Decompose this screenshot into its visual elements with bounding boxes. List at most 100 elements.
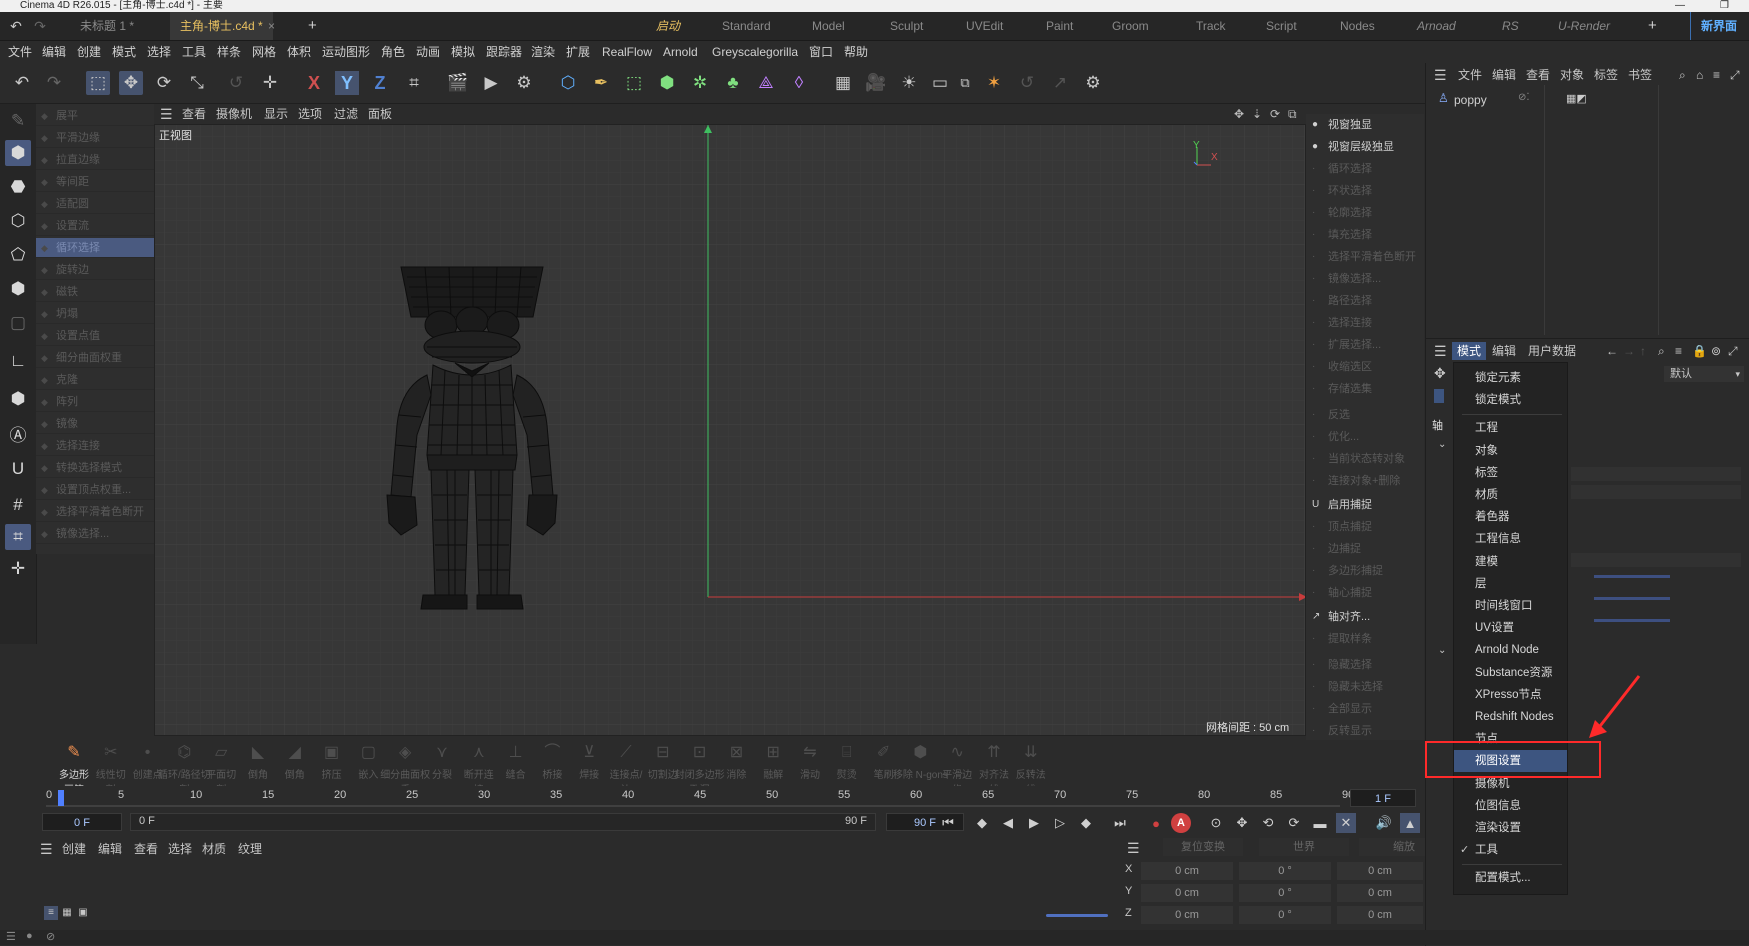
key-pla-icon[interactable]: ✕ — [1336, 813, 1356, 833]
left-command-1[interactable]: ◆ 平滑边缘 — [36, 128, 154, 148]
dropdown-item-1-5[interactable]: 工程信息 — [1454, 528, 1567, 550]
layout-tab-12[interactable]: U-Render — [1558, 12, 1610, 40]
dropdown-item-1-10[interactable]: Arnold Node — [1454, 639, 1567, 661]
dropdown-item-1-19[interactable]: 工具 — [1454, 839, 1567, 861]
left-command-17[interactable]: ◆ 设置顶点权重... — [36, 480, 154, 500]
doc-tab-0[interactable]: 未标题 1 * — [70, 12, 144, 40]
layout-tab-1[interactable]: Standard — [722, 12, 771, 40]
redo-small-icon[interactable]: ↷ — [28, 14, 52, 38]
dropdown-item-1-7[interactable]: 层 — [1454, 573, 1567, 595]
visibility-dots-icon[interactable]: ⊘⁚ — [1518, 92, 1530, 103]
attr-filter-icon[interactable]: ≡ — [1675, 342, 1682, 360]
modeling-tool-14[interactable]: ⊻ 焊接 — [571, 740, 607, 786]
modeling-tool-19[interactable]: ⊞ 融解 — [755, 740, 791, 786]
attr-field-2[interactable] — [1571, 485, 1741, 499]
modeling-tool-25[interactable]: ⇈对齐法线 — [976, 740, 1012, 796]
left-command-19[interactable]: ◆ 镜像选择... — [36, 524, 154, 544]
snap-special-icon[interactable]: ✶ — [982, 71, 1006, 95]
object-axis-icon[interactable]: ⌗ — [402, 71, 426, 95]
left-command-3[interactable]: ◆ 等间距 — [36, 172, 154, 192]
coord-size-field[interactable]: 0 cm — [1337, 906, 1423, 924]
doc-tab-close[interactable]: × — [258, 12, 285, 40]
attr-tab-edit[interactable]: 编辑 — [1492, 342, 1516, 360]
prev-frame-icon[interactable]: ◀ — [998, 813, 1018, 833]
attr-tab-userdata[interactable]: 用户数据 — [1528, 342, 1576, 360]
doc-tab-add[interactable]: + — [298, 12, 327, 40]
attr-lock-icon[interactable]: 🔒 — [1692, 342, 1707, 360]
polygon-mode-icon[interactable]: ⬢ — [5, 276, 31, 302]
right-command-7[interactable]: · 镜像选择... — [1306, 268, 1424, 290]
point-mode-icon[interactable]: ⬡ — [5, 208, 31, 234]
modeling-tool-0[interactable]: ✎多边形画笔 — [56, 740, 92, 796]
right-command-4[interactable]: · 轮廓选择 — [1306, 202, 1424, 224]
viewport-menu-3[interactable]: 选项 — [298, 104, 322, 124]
modeling-tool-24[interactable]: ∿平滑边缘 — [939, 740, 975, 796]
cube-icon[interactable]: ⬡ — [556, 71, 580, 95]
viewport-menu-icon[interactable]: ☰ — [160, 104, 173, 124]
coord-header-0[interactable]: 复位变换 — [1163, 838, 1243, 856]
menu-item-4[interactable]: 选择 — [147, 41, 171, 63]
axis-y-toggle[interactable]: Y — [335, 71, 359, 95]
large-view-icon[interactable]: ▣ — [76, 906, 90, 920]
viewport-menu-2[interactable]: 显示 — [264, 104, 288, 124]
right-command-12[interactable]: · 存储选集 — [1306, 378, 1424, 400]
dropdown-item-1-6[interactable]: 建模 — [1454, 551, 1567, 573]
object-row-poppy[interactable]: ♙ poppy ⊘⁚ ▦◩ — [1438, 91, 1738, 109]
layout-tab-10[interactable]: Arnoad — [1417, 12, 1456, 40]
right-command-24[interactable]: · 隐藏选择 — [1306, 654, 1424, 676]
next-key-icon[interactable]: ◆ — [1076, 813, 1096, 833]
modeling-tool-20[interactable]: ⇋ 滑动 — [792, 740, 828, 786]
menu-item-7[interactable]: 网格 — [252, 41, 276, 63]
key-rotation-icon[interactable]: ⟲ — [1258, 813, 1278, 833]
object-search-icon[interactable]: ⌕ — [1679, 67, 1686, 83]
right-command-15[interactable]: · 当前状态转对象 — [1306, 448, 1424, 470]
dropdown-item-1-3[interactable]: 材质 — [1454, 484, 1567, 506]
object-menu-4[interactable]: 标签 — [1594, 67, 1618, 83]
object-expand-icon[interactable]: ⤢ — [1730, 67, 1740, 83]
grid-view-icon[interactable]: ▦ — [60, 906, 74, 920]
deformer-icon[interactable]: ⟁ — [754, 71, 778, 95]
attr-tab-mode[interactable]: 模式 — [1452, 342, 1487, 360]
object-menu-2[interactable]: 查看 — [1526, 67, 1550, 83]
settings-icon[interactable]: ⚙ — [1081, 71, 1105, 95]
layout-tab-7[interactable]: Track — [1196, 12, 1226, 40]
menu-item-0[interactable]: 文件 — [8, 41, 32, 63]
left-command-2[interactable]: ◆ 拉直边缘 — [36, 150, 154, 170]
maximize-button[interactable]: ❐ — [1720, 0, 1729, 12]
object-menu-5[interactable]: 书签 — [1628, 67, 1652, 83]
left-command-7[interactable]: ◆ 旋转边 — [36, 260, 154, 280]
move-icon[interactable]: ✥ — [119, 71, 143, 95]
right-command-27[interactable]: · 反转显示 — [1306, 720, 1424, 742]
dropdown-item-1-13[interactable]: Redshift Nodes — [1454, 706, 1567, 728]
attr-search-icon[interactable]: ⌕ — [1658, 342, 1665, 360]
right-command-3[interactable]: · 环状选择 — [1306, 180, 1424, 202]
attr-move-icon[interactable]: ✥ — [1434, 365, 1446, 382]
left-command-4[interactable]: ◆ 适配圆 — [36, 194, 154, 214]
viewport-front[interactable]: 正视图 Y X 网格间距 : 50 cm — [154, 124, 1306, 736]
left-command-9[interactable]: ◆ 坍塌 — [36, 304, 154, 324]
right-command-1[interactable]: ● 视窗层级独显 — [1306, 136, 1424, 158]
right-command-21[interactable]: · 轴心捕捉 — [1306, 582, 1424, 604]
material-menu-2[interactable]: 查看 — [134, 838, 158, 860]
preset-dropdown[interactable]: 默认 ▾ — [1664, 366, 1744, 382]
object-home-icon[interactable]: ⌂ — [1696, 67, 1703, 83]
menu-item-15[interactable]: 扩展 — [566, 41, 590, 63]
left-command-10[interactable]: ◆ 设置点值 — [36, 326, 154, 346]
left-command-13[interactable]: ◆ 阵列 — [36, 392, 154, 412]
frame-range-slider[interactable]: 0 F 90 F — [130, 813, 876, 831]
timeline-mode-icon[interactable]: ▲ — [1400, 813, 1420, 833]
left-command-16[interactable]: ◆ 转换选择模式 — [36, 458, 154, 478]
left-command-18[interactable]: ◆ 选择平滑着色断开 — [36, 502, 154, 522]
dropdown-item-1-17[interactable]: 位图信息 — [1454, 795, 1567, 817]
left-command-0[interactable]: ◆ 展平 — [36, 106, 154, 126]
dropdown-item-0-0[interactable]: 锁定元素 — [1454, 367, 1567, 389]
modeling-tool-15[interactable]: ⟋连接点/边 — [608, 740, 644, 796]
viewport-rotate-icon[interactable]: ⟳ — [1270, 104, 1280, 124]
grid-icon[interactable]: # — [5, 492, 31, 518]
object-menu-icon[interactable]: ☰ — [1434, 67, 1447, 83]
menu-item-14[interactable]: 渲染 — [531, 41, 555, 63]
prev-key-icon[interactable]: ◆ — [972, 813, 992, 833]
undo-small-icon[interactable]: ↶ — [4, 14, 28, 38]
autokey-button[interactable]: A — [1171, 813, 1191, 833]
modeling-tool-26[interactable]: ⇊反转法线 — [1013, 740, 1049, 796]
